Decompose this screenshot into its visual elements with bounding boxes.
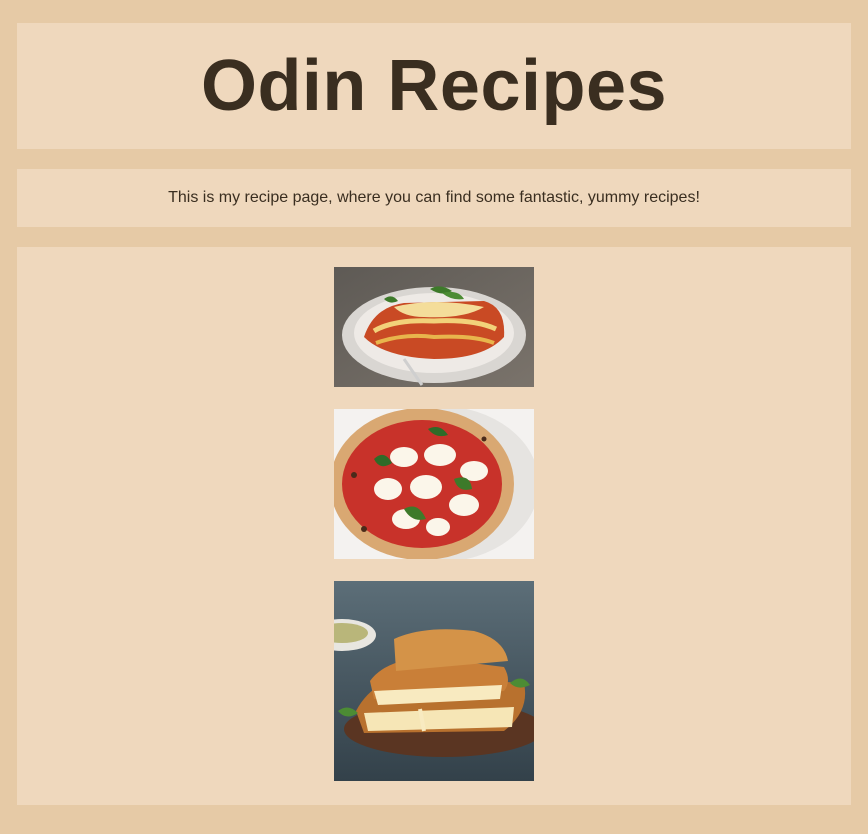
- page-title: Odin Recipes: [200, 46, 668, 126]
- pizza-image[interactable]: [334, 409, 534, 559]
- header-panel: Odin Recipes: [17, 23, 851, 149]
- lasagna-image[interactable]: [334, 267, 534, 387]
- recipe-gallery: [17, 247, 851, 805]
- intro-panel: This is my recipe page, where you can fi…: [17, 169, 851, 227]
- grilled-cheese-image[interactable]: [334, 581, 534, 781]
- intro-text: This is my recipe page, where you can fi…: [168, 189, 700, 206]
